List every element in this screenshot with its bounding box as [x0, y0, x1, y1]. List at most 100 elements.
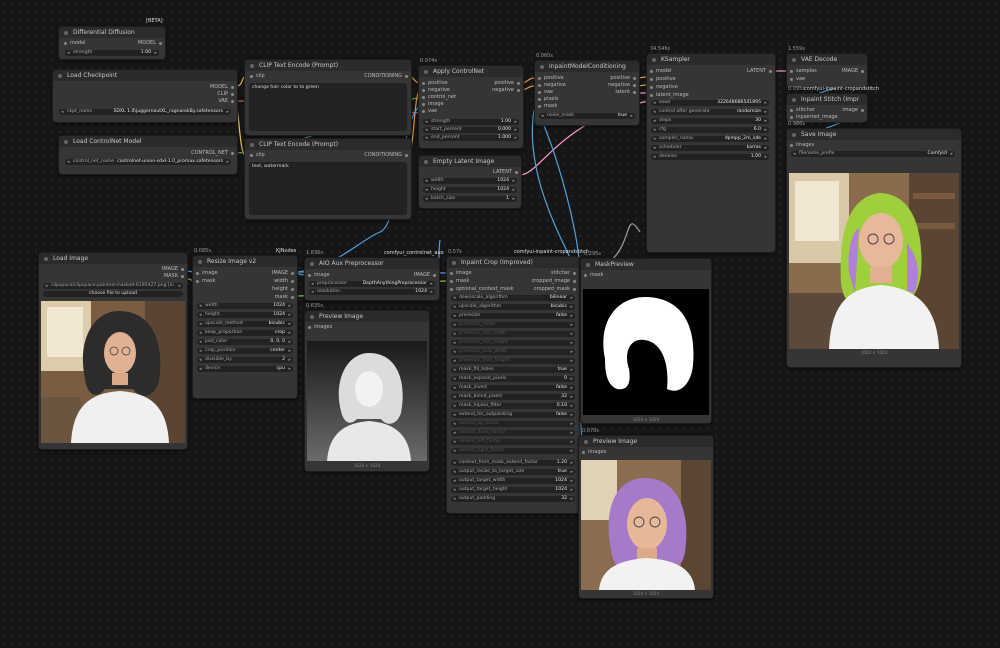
inpaint-crop-param-1[interactable]: downscale_algorithmbilinear — [451, 295, 575, 301]
load-image-node[interactable]: Load Image IMAGE MASK clipspace/clipspac… — [38, 252, 188, 450]
divisible-by-widget[interactable]: divisible_by2 — [197, 357, 293, 363]
model-input[interactable]: model — [63, 40, 110, 47]
batch-size-widget[interactable]: batch_size1 — [423, 196, 517, 202]
inpaint-crop-param-19[interactable]: context_from_mask_extend_factor1.20 — [451, 460, 575, 466]
mask-output[interactable]: mask — [248, 294, 295, 301]
stitcher-output[interactable]: stitcher — [520, 270, 577, 277]
noise-mask-widget[interactable]: noise_masktrue — [539, 113, 635, 119]
model-output[interactable]: MODEL — [178, 84, 235, 91]
inpaint-crop-param-9[interactable]: mask_fill_holestrue — [451, 367, 575, 373]
resolution-widget[interactable]: resolution1024 — [309, 289, 435, 295]
vae-input[interactable]: vae — [537, 89, 584, 96]
cropped-mask-output[interactable]: cropped_mask — [510, 286, 577, 293]
model-output[interactable]: MODEL — [116, 40, 163, 47]
crop-position-widget[interactable]: crop_positioncenter — [197, 348, 293, 354]
inpaint-crop-param-13[interactable]: mask_hipass_filter0.10 — [451, 403, 575, 409]
latent-output[interactable]: LATENT — [726, 68, 773, 75]
aio-aux-preprocessor-node[interactable]: AIO Aux Preprocessor image IMAGE preproc… — [304, 257, 440, 301]
clip-input[interactable]: clip — [249, 152, 296, 159]
image-output[interactable]: IMAGE — [248, 270, 295, 277]
start-percent-widget[interactable]: start_percent0.000 — [423, 127, 519, 133]
resize-image-node[interactable]: Resize Image v2 image mask IMAGE width h… — [192, 255, 298, 399]
positive-input[interactable]: positive — [421, 80, 473, 87]
pad-color-widget[interactable]: pad_color0, 0, 0 — [197, 339, 293, 345]
clip-text-encode-positive-node[interactable]: CLIP Text Encode (Prompt) clip CONDITION… — [244, 59, 412, 136]
inpaint-crop-param-22[interactable]: output_target_height1024 — [451, 487, 575, 493]
ksampler-node[interactable]: KSampler model positive negative latent_… — [646, 53, 776, 253]
pixels-input[interactable]: pixels — [537, 96, 584, 103]
mask-input[interactable]: mask — [583, 272, 630, 279]
positive-input[interactable]: positive — [649, 76, 706, 83]
height-widget[interactable]: height1024 — [423, 187, 517, 193]
strength-widget[interactable]: strength1.00 — [65, 50, 159, 56]
width-widget[interactable]: width1024 — [423, 178, 517, 184]
model-input[interactable]: model — [649, 68, 706, 75]
positive-input[interactable]: positive — [537, 75, 584, 82]
vae-input[interactable]: vae — [789, 76, 836, 83]
inpaint-crop-param-20[interactable]: output_resize_to_target_sizetrue — [451, 469, 575, 475]
negative-output[interactable]: negative — [590, 82, 637, 89]
vae-output[interactable]: VAE — [178, 98, 235, 105]
empty-latent-image-node[interactable]: Empty Latent Image LATENT width1024 heig… — [418, 155, 522, 209]
keep-proportion-widget[interactable]: keep_proportioncrop — [197, 330, 293, 336]
height-output[interactable]: height — [248, 286, 295, 293]
positive-output[interactable]: positive — [590, 75, 637, 82]
conditioning-output[interactable]: CONDITIONING — [332, 152, 409, 159]
negative-prompt-textarea[interactable]: text, watermark — [249, 162, 407, 215]
control-net-input[interactable]: control_net — [421, 94, 473, 101]
images-input[interactable]: images — [307, 324, 354, 331]
vae-input[interactable]: vae — [421, 108, 473, 115]
images-input[interactable]: images — [789, 142, 836, 149]
inpainted-image-input[interactable]: inpainted_image — [789, 114, 846, 121]
images-input[interactable]: images — [581, 449, 628, 456]
inpaint-crop-param-12[interactable]: mask_blend_pixels32 — [451, 394, 575, 400]
inpaint-crop-param-21[interactable]: output_target_width1024 — [451, 478, 575, 484]
load-controlnet-node[interactable]: Load ControlNet Model CONTROL_NET contro… — [58, 135, 238, 175]
negative-input[interactable]: negative — [649, 84, 706, 91]
end-percent-widget[interactable]: end_percent1.000 — [423, 135, 519, 141]
inpaint-crop-param-23[interactable]: output_padding32 — [451, 496, 575, 502]
negative-input[interactable]: negative — [537, 82, 584, 89]
image-input[interactable]: image — [195, 270, 242, 277]
inpaint-crop-param-2[interactable]: upscale_algorithmbicubic — [451, 304, 575, 310]
mask-input[interactable]: mask — [449, 278, 506, 285]
image-input[interactable]: image — [421, 101, 473, 108]
seed-widget[interactable]: seed322648686541895 — [651, 100, 769, 106]
cfg-widget[interactable]: cfg6.0 — [651, 127, 769, 133]
width-output[interactable]: width — [248, 278, 295, 285]
height-widget[interactable]: height1024 — [197, 312, 293, 318]
control-net-output[interactable]: CONTROL_NET — [158, 150, 235, 157]
sampler-name-widget[interactable]: sampler_namedpmpp_2m_sde — [651, 136, 769, 142]
preview-depth-node[interactable]: Preview Image images 1024 × 1024 — [304, 310, 430, 472]
control-net-name-widget[interactable]: control_net_namecontrolnet-union-sdxl-1.… — [65, 159, 231, 165]
latent-image-input[interactable]: latent_image — [649, 92, 706, 99]
save-image-node[interactable]: Save Image images filename_prefixComfyUI… — [786, 128, 962, 368]
inpaint-crop-param-11[interactable]: mask_invertfalse — [451, 385, 575, 391]
inpaint-model-conditioning-node[interactable]: InpaintModelConditioning positive negati… — [534, 60, 640, 126]
apply-controlnet-node[interactable]: Apply ControlNet positive negative contr… — [418, 65, 524, 149]
image-output[interactable]: IMAGE — [138, 266, 185, 273]
image-file-widget[interactable]: clipspace/clipspace-painted-masked-61954… — [43, 283, 183, 289]
control-after-generate-widget[interactable]: control after generaterandomize — [651, 109, 769, 115]
clip-text-encode-negative-node[interactable]: CLIP Text Encode (Prompt) clip CONDITION… — [244, 138, 412, 220]
conditioning-output[interactable]: CONDITIONING — [332, 73, 409, 80]
ckpt-name-widget[interactable]: ckpt_nameSDXL 1.0\juggernautXL_ragnarokB… — [59, 109, 231, 115]
vae-decode-node[interactable]: VAE Decode samples vae IMAGE — [786, 53, 868, 88]
image-output[interactable]: IMAGE — [390, 272, 437, 279]
inpaint-stitch-node[interactable]: Inpaint Stitch (Impr stitcher inpainted_… — [786, 93, 868, 123]
image-output[interactable]: image — [828, 107, 865, 114]
mask-output[interactable]: MASK — [138, 273, 185, 280]
clip-output[interactable]: CLIP — [178, 91, 235, 98]
latent-output[interactable]: LATENT — [472, 169, 519, 176]
scheduler-widget[interactable]: schedulerkarras — [651, 145, 769, 151]
denoise-widget[interactable]: denoise1.00 — [651, 154, 769, 160]
mask-preview-node[interactable]: MaskPreview mask 1024 × 1024 — [580, 258, 712, 424]
strength-widget[interactable]: strength1.00 — [423, 119, 519, 125]
negative-input[interactable]: negative — [421, 87, 473, 94]
preprocessor-widget[interactable]: preprocessorDepthAnythingPreprocessor — [309, 281, 435, 287]
prompt-textarea[interactable]: change hair color to to green — [249, 83, 407, 131]
upload-button[interactable]: choose file to upload — [43, 291, 183, 297]
image-output[interactable]: IMAGE — [822, 68, 865, 75]
upscale-method-widget[interactable]: upscale_methodbicubic — [197, 321, 293, 327]
inpaint-crop-param-3[interactable]: preresizefalse — [451, 313, 575, 319]
